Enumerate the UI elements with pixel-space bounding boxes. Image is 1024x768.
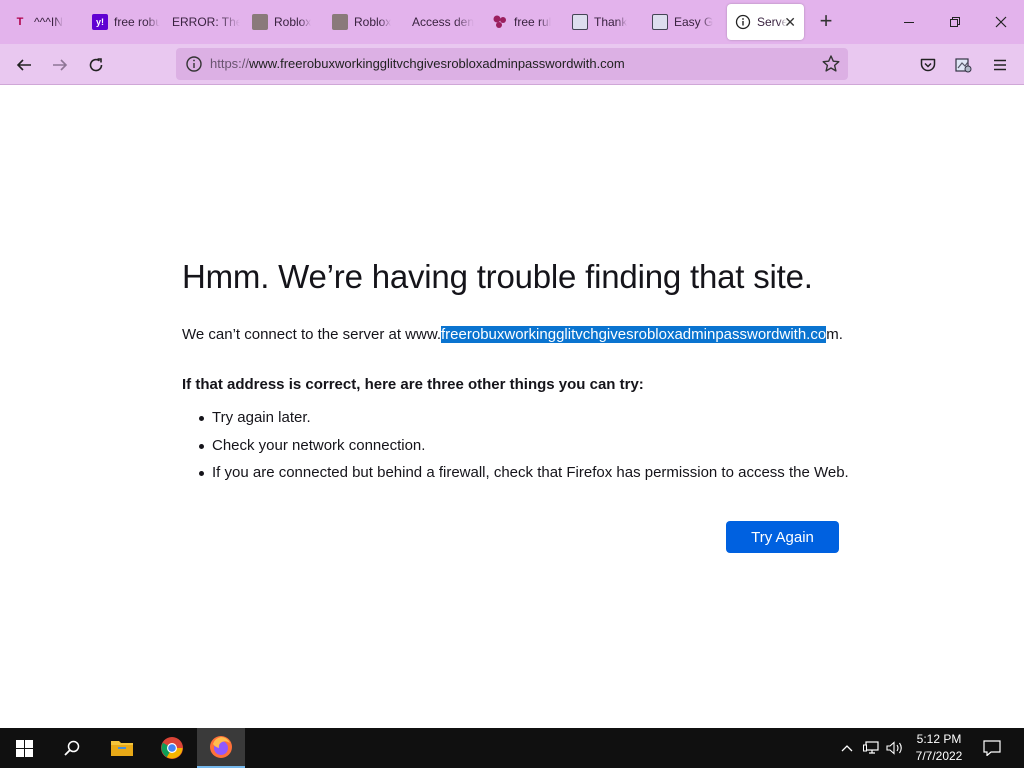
- desc-suffix: m.: [826, 326, 843, 343]
- address-bar[interactable]: https://www.freerobuxworkingglitvchgives…: [176, 48, 848, 80]
- tab-9[interactable]: Easy G: [644, 4, 720, 40]
- bookmark-star-icon[interactable]: [820, 53, 842, 75]
- minimize-icon[interactable]: [886, 0, 932, 44]
- list-item: If you are connected but behind a firewa…: [198, 464, 849, 492]
- file-explorer-icon[interactable]: [98, 728, 146, 768]
- close-tab-icon[interactable]: ✕: [784, 14, 796, 31]
- tab-4[interactable]: Roblox: [244, 4, 320, 40]
- clock-date: 7/7/2022: [915, 749, 963, 763]
- reload-icon[interactable]: [81, 50, 111, 80]
- roblox-thumbnail-icon: [252, 14, 268, 30]
- suggestions-heading: If that address is correct, here are thr…: [182, 376, 644, 393]
- list-item: Check your network connection.: [198, 437, 849, 465]
- tab-label: ERROR: The: [172, 15, 240, 29]
- network-icon[interactable]: [861, 728, 881, 768]
- clock-time: 5:12 PM: [916, 732, 962, 746]
- tab-1[interactable]: T ^^^IN: [4, 4, 80, 40]
- site-info-icon[interactable]: [184, 54, 204, 74]
- windows-taskbar: 5:12 PM 7/7/2022: [0, 728, 1024, 768]
- tab-label: ^^^IN: [34, 15, 63, 29]
- tab-label: Roblox: [274, 15, 312, 29]
- tab-7[interactable]: free rul: [484, 4, 560, 40]
- tab-label: Easy G: [674, 15, 714, 29]
- list-item: Try again later.: [198, 409, 849, 437]
- navigation-toolbar: https://www.freerobuxworkingglitvchgives…: [0, 44, 1024, 85]
- tab-label: Serve: [757, 15, 787, 29]
- selected-host-text[interactable]: freerobuxworkingglitvchgivesrobloxadminp…: [441, 326, 827, 343]
- tab-strip: T ^^^IN y! free robux ERROR: The Roblox …: [0, 0, 1024, 44]
- tab-5[interactable]: Roblox: [324, 4, 400, 40]
- url-text[interactable]: https://www.freerobuxworkingglitvchgives…: [210, 56, 625, 71]
- search-icon[interactable]: [48, 728, 96, 768]
- hamburger-menu-icon[interactable]: [985, 50, 1015, 80]
- desc-prefix: We can’t connect to the server at www.: [182, 326, 442, 343]
- page-icon: [652, 14, 668, 30]
- yahoo-icon: y!: [92, 14, 108, 30]
- close-window-icon[interactable]: [978, 0, 1024, 44]
- pocket-icon[interactable]: [913, 50, 943, 80]
- windows-start-icon[interactable]: [0, 728, 48, 768]
- info-icon: [735, 14, 751, 30]
- suggestions-list: Try again later. Check your network conn…: [198, 409, 849, 492]
- roblox-like-icon: T: [16, 16, 24, 28]
- forward-arrow-icon[interactable]: [45, 50, 75, 80]
- error-description: We can’t connect to the server at www.fr…: [182, 326, 843, 343]
- url-host: www.freerobuxworkingglitvchgivesrobloxad…: [249, 56, 625, 71]
- page-title: Hmm. We’re having trouble finding that s…: [182, 258, 813, 295]
- error-page: Hmm. We’re having trouble finding that s…: [0, 85, 1024, 728]
- tab-3[interactable]: ERROR: The: [164, 4, 240, 40]
- notification-icon[interactable]: [978, 728, 1006, 768]
- tab-label: Thank: [594, 15, 628, 29]
- tab-6[interactable]: Access den: [404, 4, 480, 40]
- url-scheme: https://: [210, 56, 250, 71]
- roblox-thumbnail-icon: [332, 14, 348, 30]
- chevron-up-icon[interactable]: [838, 728, 856, 768]
- tab-label: free rul: [514, 15, 552, 29]
- tab-label: Roblox: [354, 15, 392, 29]
- dots-icon: [492, 14, 508, 30]
- tab-active[interactable]: Serve ✕: [727, 4, 804, 40]
- restore-icon[interactable]: [932, 0, 978, 44]
- tab-label: free robux: [114, 15, 160, 29]
- chrome-icon[interactable]: [148, 728, 196, 768]
- extension-icon[interactable]: [948, 50, 978, 80]
- system-clock[interactable]: 5:12 PM 7/7/2022: [900, 731, 978, 765]
- tab-8[interactable]: Thank: [564, 4, 640, 40]
- firefox-icon[interactable]: [197, 728, 245, 768]
- try-again-button[interactable]: Try Again: [726, 521, 839, 553]
- new-tab-icon[interactable]: +: [814, 10, 838, 34]
- page-icon: [572, 14, 588, 30]
- tab-label: Access den: [412, 15, 475, 29]
- back-arrow-icon[interactable]: [9, 50, 39, 80]
- tab-2[interactable]: y! free robux: [84, 4, 160, 40]
